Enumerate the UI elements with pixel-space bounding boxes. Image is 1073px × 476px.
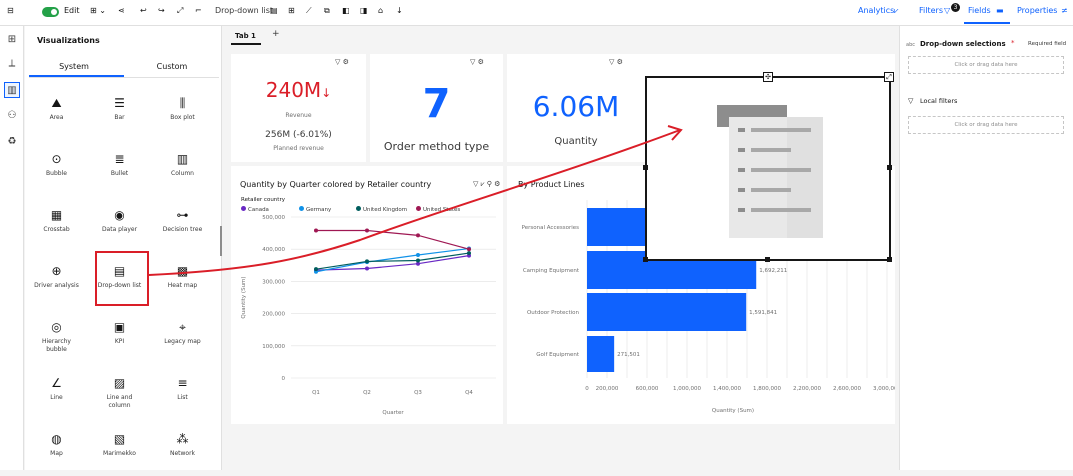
abc-type-icon: abc [906, 42, 915, 48]
fields-panel: abc Drop-down selections * Required fiel… [900, 26, 1073, 470]
local-filter-icon: ▽ [908, 97, 914, 105]
local-filters-dropzone[interactable]: Click or drag data here [908, 116, 1064, 134]
fields-divider [899, 26, 900, 470]
required-field-label: Required field [1028, 41, 1067, 47]
required-asterisk: * [1011, 39, 1015, 47]
local-filters-label: Local filters [920, 97, 958, 105]
dropdown-selections-label: Drop-down selections [920, 40, 1006, 48]
dropdown-selections-dropzone[interactable]: Click or drag data here [908, 56, 1064, 74]
